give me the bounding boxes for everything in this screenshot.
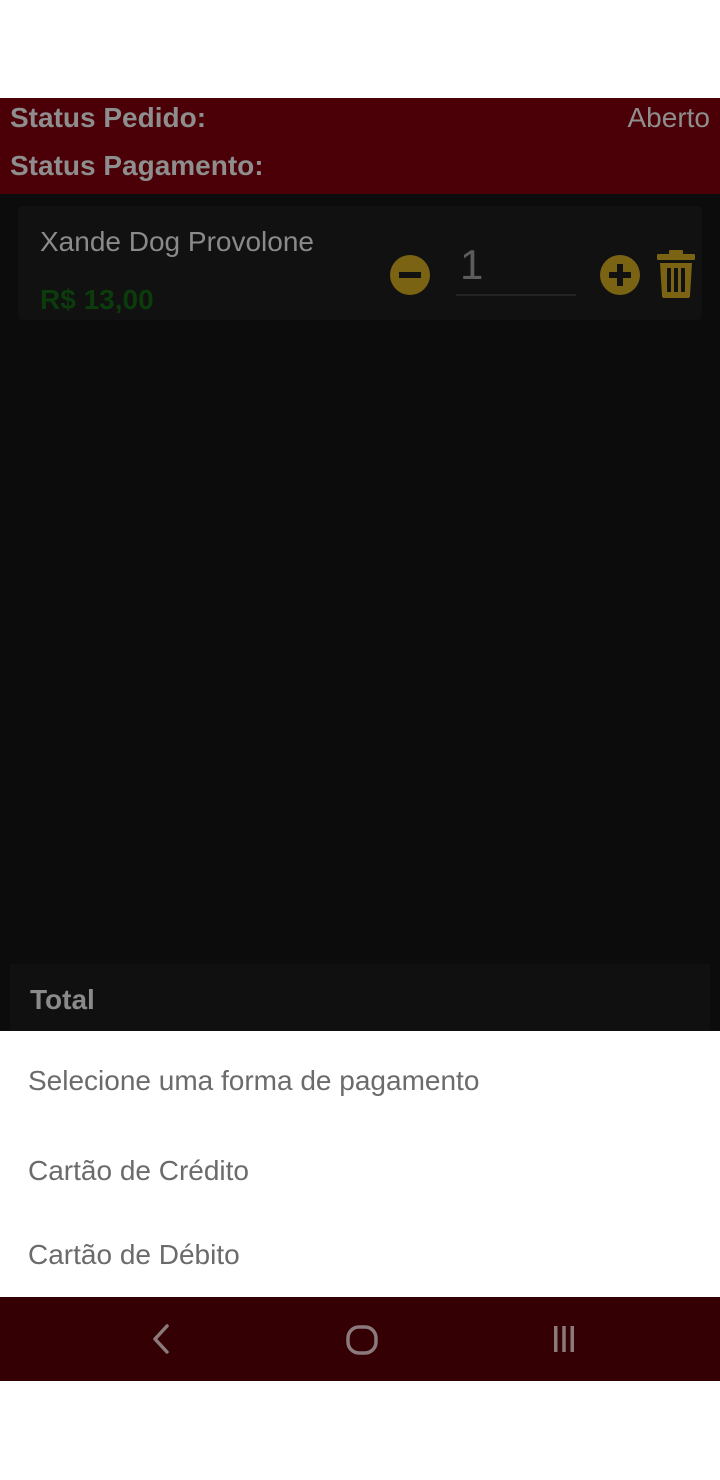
home-button[interactable] (340, 1317, 384, 1361)
payment-status-row: Status Pagamento: (10, 146, 710, 186)
plus-circle-icon[interactable] (600, 255, 640, 295)
payment-status-label: Status Pagamento: (10, 150, 264, 181)
quantity-input[interactable]: 1 (456, 234, 576, 296)
top-blank-area (0, 0, 720, 98)
payment-option-credit[interactable]: Cartão de Crédito (28, 1155, 249, 1187)
payment-method-sheet: Selecione uma forma de pagamento Cartão … (0, 1031, 720, 1297)
total-label: Total (30, 984, 95, 1015)
total-bar: Total (10, 964, 710, 1031)
recent-apps-button[interactable] (542, 1317, 586, 1361)
item-name: Xande Dog Provolone (40, 226, 314, 257)
order-status-label: Status Pedido: (10, 102, 207, 133)
cart-content: Xande Dog Provolone R$ 13,00 1 Total (0, 194, 720, 1031)
back-button[interactable] (138, 1317, 182, 1361)
order-status-value: Aberto (627, 102, 711, 133)
recent-apps-icon (554, 1326, 574, 1352)
back-icon (153, 1324, 169, 1354)
payment-sheet-title: Selecione uma forma de pagamento (28, 1065, 480, 1096)
bottom-blank-area (0, 1381, 720, 1480)
order-status-row: Status Pedido: Aberto (10, 98, 710, 138)
payment-option-debit[interactable]: Cartão de Débito (28, 1239, 240, 1271)
order-status-header: Status Pedido: Aberto Status Pagamento: (0, 98, 720, 194)
cart-item: Xande Dog Provolone R$ 13,00 1 (18, 206, 702, 320)
trash-icon[interactable] (656, 250, 696, 298)
item-price: R$ 13,00 (40, 284, 154, 315)
system-navigation-bar (0, 1297, 720, 1381)
home-icon (346, 1325, 378, 1355)
minus-circle-icon[interactable] (390, 255, 430, 295)
